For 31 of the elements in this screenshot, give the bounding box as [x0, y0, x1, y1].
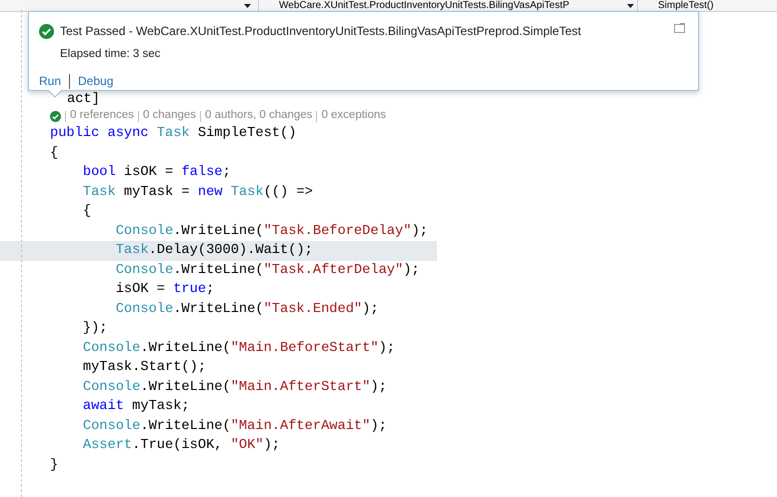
member-dropdown[interactable]: SimpleTest() — [658, 0, 714, 12]
popout-icon[interactable] — [674, 23, 685, 33]
code-line: { — [82, 204, 92, 219]
action-link[interactable]: Run — [39, 72, 62, 90]
code-line: Console.WriteLine("Main.AfterStart"); — [82, 380, 387, 394]
code-line: Task myTask = new Task(() => — [82, 184, 313, 200]
code-line: Console.WriteLine("Task.BeforeDelay"); — [114, 224, 428, 238]
codelens-link[interactable]: 0 references — [70, 107, 134, 125]
code-line: isOK = true; — [114, 282, 214, 297]
code-line: Console.WriteLine("Task.Ended"); — [114, 302, 379, 316]
code-line: Assert.True(isOK, "OK"); — [82, 438, 280, 453]
code-line: public async Task SimpleTest() — [50, 126, 296, 141]
code-line: myTask.Start(); — [82, 360, 206, 375]
action-link[interactable]: Debug — [78, 72, 114, 90]
caret-icon — [627, 4, 634, 8]
code-line: Console.WriteLine("Main.BeforeStart"); — [82, 340, 396, 356]
codelens-link[interactable]: 0 exceptions — [321, 107, 386, 125]
code-line: Console.WriteLine("Main.AfterAwait"); — [82, 418, 387, 434]
elapsed-time: Elapsed time: 3 sec — [60, 47, 160, 62]
caret-icon — [244, 4, 251, 8]
codelens-link[interactable]: 0 changes — [142, 107, 196, 125]
code-line: bool isOK = false; — [82, 165, 231, 180]
codelens-link[interactable]: 0 authors, 0 changes — [205, 107, 312, 125]
code-line: }); — [82, 321, 108, 336]
code-line: Console.WriteLine("Task.AfterDelay"); — [114, 262, 420, 278]
popup-title: Test Passed - WebCare.XUnitTest.ProductInventoryUnitTests.BilingVasApiTestPreprod.SimpleTest — [60, 23, 582, 40]
code-line: Task.Delay(3000).Wait(); — [114, 243, 313, 258]
code-line: await myTask; — [82, 399, 190, 414]
code-line: act] — [67, 92, 100, 107]
code-line: { — [50, 146, 58, 160]
code-line: } — [50, 458, 58, 472]
